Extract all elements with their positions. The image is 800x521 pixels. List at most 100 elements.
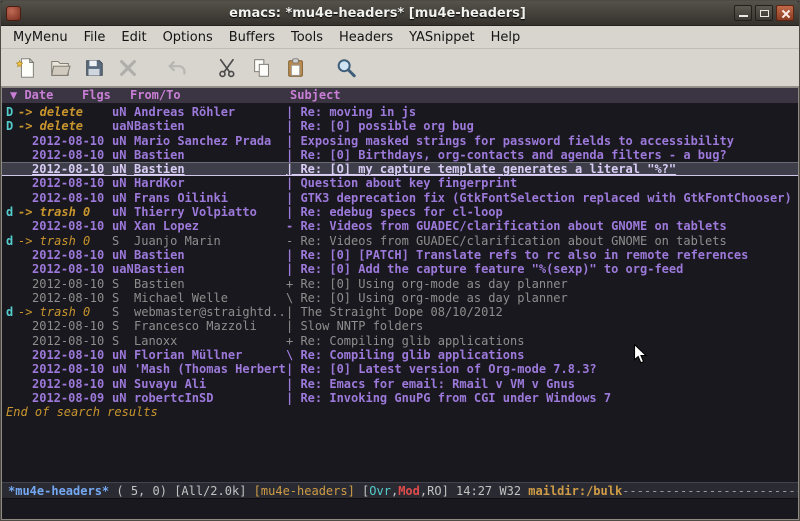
row-mark-action: -> trash 0 xyxy=(18,305,112,319)
menu-item-buffers[interactable]: Buffers xyxy=(221,28,283,47)
row-date: 2012-08-10 xyxy=(18,162,112,176)
message-row[interactable]: 2012-08-10SLanoxx+ Re: Compiling glib ap… xyxy=(2,334,798,348)
row-subject: \ Re: [O] Using org-mode as day planner xyxy=(286,291,798,305)
column-header-subject[interactable]: Subject xyxy=(290,88,341,102)
message-row[interactable]: D-> deleteuNAndreas Röhler| Re: moving i… xyxy=(2,105,798,119)
message-row[interactable]: D-> deleteuaNBastien| Re: [0] possible o… xyxy=(2,119,798,133)
row-mark xyxy=(2,319,18,333)
row-subject: | Question about key fingerprint xyxy=(286,176,798,190)
maximize-button[interactable] xyxy=(755,5,773,21)
menu-item-headers[interactable]: Headers xyxy=(331,28,401,47)
row-from: Bastien xyxy=(134,277,286,291)
modeline-maildir: maildir:/bulk xyxy=(528,484,622,498)
row-subject: + Re: [0] Using org-mode as day planner xyxy=(286,277,798,291)
row-date: 2012-08-10 xyxy=(18,291,112,305)
row-mark: d xyxy=(2,305,18,319)
row-subject: | Re: [0] possible org bug xyxy=(286,119,798,133)
paste-button[interactable] xyxy=(279,52,313,84)
message-row[interactable]: 2012-08-10uN'Mash (Thomas Herbert)| Re: … xyxy=(2,362,798,376)
row-subject: | Exposing masked strings for password f… xyxy=(286,134,798,148)
frame-body: ▼ DateFlgsFrom/ToSubject D-> deleteuNAnd… xyxy=(1,87,799,520)
menu-item-yasnippet[interactable]: YASnippet xyxy=(401,28,483,47)
row-subject: | Re: [0] [PATCH] Translate refs to rc a… xyxy=(286,248,798,262)
row-flags: uN xyxy=(112,219,134,233)
message-row[interactable]: 2012-08-10SBastien+ Re: [0] Using org-mo… xyxy=(2,277,798,291)
modeline-buffer-name: *mu4e-headers* xyxy=(8,484,109,498)
message-list: D-> deleteuNAndreas Röhler| Re: moving i… xyxy=(2,103,798,482)
row-subject: | Re: [0] Latest version of Org-mode 7.8… xyxy=(286,362,798,376)
minimize-button[interactable] xyxy=(734,5,752,21)
window-controls xyxy=(734,5,794,21)
row-mark: d xyxy=(2,234,18,248)
undo-button[interactable] xyxy=(161,52,195,84)
menu-item-file[interactable]: File xyxy=(76,28,114,47)
message-row[interactable]: d-> trash 0Swebmaster@straightd...| The … xyxy=(2,305,798,319)
message-row[interactable]: 2012-08-10uNSuvayu Ali| Re: Emacs for em… xyxy=(2,377,798,391)
row-mark xyxy=(2,262,18,276)
menu-item-mymenu[interactable]: MyMenu xyxy=(5,28,76,47)
row-from: Xan Lopez xyxy=(134,219,286,233)
row-mark xyxy=(2,291,18,305)
modeline[interactable]: *mu4e-headers* ( 5, 0) [All/2.0k] [mu4e-… xyxy=(2,482,798,499)
cut-button[interactable] xyxy=(211,52,245,84)
minibuffer[interactable] xyxy=(2,499,798,519)
menu-item-options[interactable]: Options xyxy=(155,28,221,47)
row-from: Lanoxx xyxy=(134,334,286,348)
modeline-week: W32 xyxy=(492,484,528,498)
row-from: Francesco Mazzoli xyxy=(134,319,286,333)
row-from: Bastien xyxy=(134,162,286,176)
message-row[interactable]: 2012-08-09uNrobertcInSD| Re: Invoking Gn… xyxy=(2,391,798,405)
menu-item-tools[interactable]: Tools xyxy=(283,28,331,47)
message-row[interactable]: 2012-08-10uaNBastien| Re: [0] Add the ca… xyxy=(2,262,798,276)
modeline-overwrite-flag: Ovr xyxy=(369,484,391,498)
row-flags: S xyxy=(112,305,134,319)
column-header-from[interactable]: From/To xyxy=(130,88,290,103)
close-buffer-button[interactable] xyxy=(111,52,145,84)
modeline-size: [All/2.0k] xyxy=(174,484,253,498)
message-row[interactable]: d-> trash 0SJuanjo Marin- Re: Videos fro… xyxy=(2,234,798,248)
maximize-icon xyxy=(760,10,769,17)
menu-item-help[interactable]: Help xyxy=(483,28,529,47)
menu-item-edit[interactable]: Edit xyxy=(113,28,154,47)
row-mark-action: -> trash 0 xyxy=(18,234,112,248)
message-row[interactable]: 2012-08-10uNBastien| Re: [O] my capture … xyxy=(2,162,798,176)
column-header-date[interactable]: ▼ Date xyxy=(2,88,82,103)
row-from: robertcInSD xyxy=(134,391,286,405)
message-row[interactable]: 2012-08-10SMichael Welle\ Re: [O] Using … xyxy=(2,291,798,305)
close-button[interactable] xyxy=(776,5,794,21)
row-mark xyxy=(2,248,18,262)
message-row[interactable]: 2012-08-10uNBastien| Re: [0] Birthdays, … xyxy=(2,148,798,162)
row-mark: d xyxy=(2,205,18,219)
header-line: ▼ DateFlgsFrom/ToSubject xyxy=(2,88,798,103)
row-mark-action: -> delete xyxy=(18,105,112,119)
search-button[interactable] xyxy=(329,52,363,84)
row-subject: | Re: Emacs for email: Rmail v VM v Gnus xyxy=(286,377,798,391)
modeline-modified-flag: Mod xyxy=(398,484,420,498)
message-row[interactable]: d-> trash 0uNThierry Volpiatto| Re: edeb… xyxy=(2,205,798,219)
row-subject: | Re: edebug specs for cl-loop xyxy=(286,205,798,219)
row-mark xyxy=(2,191,18,205)
open-icon xyxy=(49,57,71,79)
open-button[interactable] xyxy=(43,52,77,84)
window-icon[interactable] xyxy=(6,6,21,21)
modeline-major-mode: [mu4e-headers] xyxy=(254,484,362,498)
message-row[interactable]: 2012-08-10uNFrans Oilinki| GTK3 deprecat… xyxy=(2,191,798,205)
message-row[interactable]: 2012-08-10uNXan Lopez- Re: Videos from G… xyxy=(2,219,798,233)
message-row[interactable]: 2012-08-10uNMario Sanchez Prada| Exposin… xyxy=(2,134,798,148)
row-subject: | Re: [O] my capture template generates … xyxy=(286,162,798,176)
copy-button[interactable] xyxy=(245,52,279,84)
row-date: 2012-08-10 xyxy=(18,248,112,262)
modeline-bracket: ] xyxy=(442,484,456,498)
row-mark xyxy=(2,334,18,348)
message-row[interactable]: 2012-08-10SFrancesco Mazzoli| Slow NNTP … xyxy=(2,319,798,333)
message-row[interactable]: 2012-08-10uNFlorian Müllner\ Re: Compili… xyxy=(2,348,798,362)
row-subject: + Re: Compiling glib applications xyxy=(286,334,798,348)
message-row[interactable]: 2012-08-10uNBastien| Re: [0] [PATCH] Tra… xyxy=(2,248,798,262)
row-from: Frans Oilinki xyxy=(134,191,286,205)
new-file-button[interactable] xyxy=(9,52,43,84)
row-flags: S xyxy=(112,319,134,333)
message-row[interactable]: 2012-08-10uNHardKor| Question about key … xyxy=(2,176,798,190)
row-flags: uN xyxy=(112,205,134,219)
save-button[interactable] xyxy=(77,52,111,84)
column-header-flags[interactable]: Flgs xyxy=(82,88,130,103)
